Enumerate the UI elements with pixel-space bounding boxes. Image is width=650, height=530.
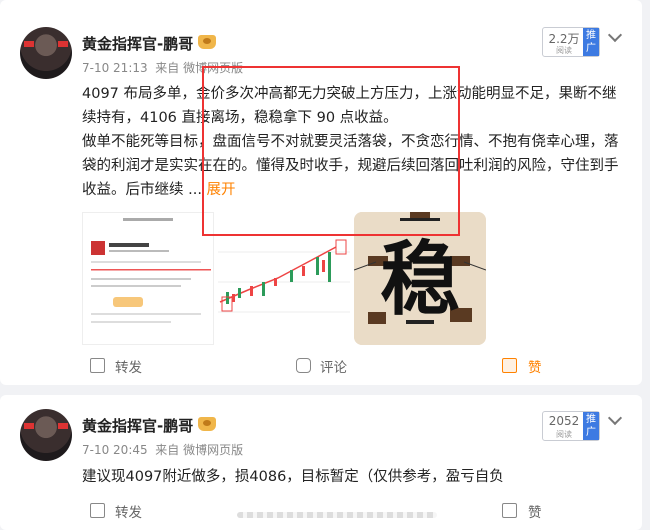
post-source: 来自 微博网页版 (155, 443, 244, 457)
crown-icon (198, 417, 216, 431)
action-bar: 转发 赞 (0, 501, 642, 521)
read-count-badge: 2.2万 阅读 推广 (542, 27, 600, 57)
post-body: 建议现4097附近做多，损4086，目标暂定（仅供参考，盈亏自负 (82, 469, 504, 485)
post-time[interactable]: 7-10 21:13 (82, 61, 148, 75)
promote-button[interactable]: 推广 (583, 412, 599, 440)
read-count: 2052 (548, 414, 580, 428)
loading-indicator (237, 512, 437, 518)
image-calligraphy-text: 稳 (380, 232, 460, 326)
author-avatar[interactable] (20, 409, 72, 461)
author-avatar[interactable] (20, 27, 72, 79)
like-button[interactable]: 赞 (528, 501, 542, 521)
repost-icon[interactable] (90, 358, 105, 373)
repost-button[interactable]: 转发 (115, 501, 142, 521)
chevron-down-icon[interactable] (607, 27, 623, 43)
like-button[interactable]: 赞 (528, 356, 542, 376)
promote-button[interactable]: 推广 (583, 28, 599, 56)
comment-icon[interactable] (296, 358, 311, 373)
like-icon[interactable] (502, 358, 517, 373)
read-label: 阅读 (556, 430, 572, 439)
post-card-2: 黄金指挥官-鹏哥 7-10 20:45 来自 微博网页版 2052 阅读 推广 … (0, 395, 642, 530)
repost-button[interactable]: 转发 (115, 356, 142, 376)
action-bar: 转发 评论 赞 (0, 356, 642, 376)
author-name[interactable]: 黄金指挥官-鹏哥 (82, 415, 193, 436)
highlight-box (202, 66, 460, 236)
post-image-1[interactable] (82, 212, 214, 345)
comment-button[interactable]: 评论 (320, 356, 347, 376)
post-meta: 7-10 20:45 来自 微博网页版 (82, 441, 243, 458)
read-count-badge: 2052 阅读 推广 (542, 411, 600, 441)
like-icon[interactable] (502, 503, 517, 518)
screenshot-thumbnail (83, 213, 213, 344)
author-name[interactable]: 黄金指挥官-鹏哥 (82, 33, 193, 54)
post-time[interactable]: 7-10 20:45 (82, 443, 148, 457)
repost-icon[interactable] (90, 503, 105, 518)
crown-icon (198, 35, 216, 49)
read-label: 阅读 (556, 46, 572, 55)
chevron-down-icon[interactable] (607, 410, 623, 426)
